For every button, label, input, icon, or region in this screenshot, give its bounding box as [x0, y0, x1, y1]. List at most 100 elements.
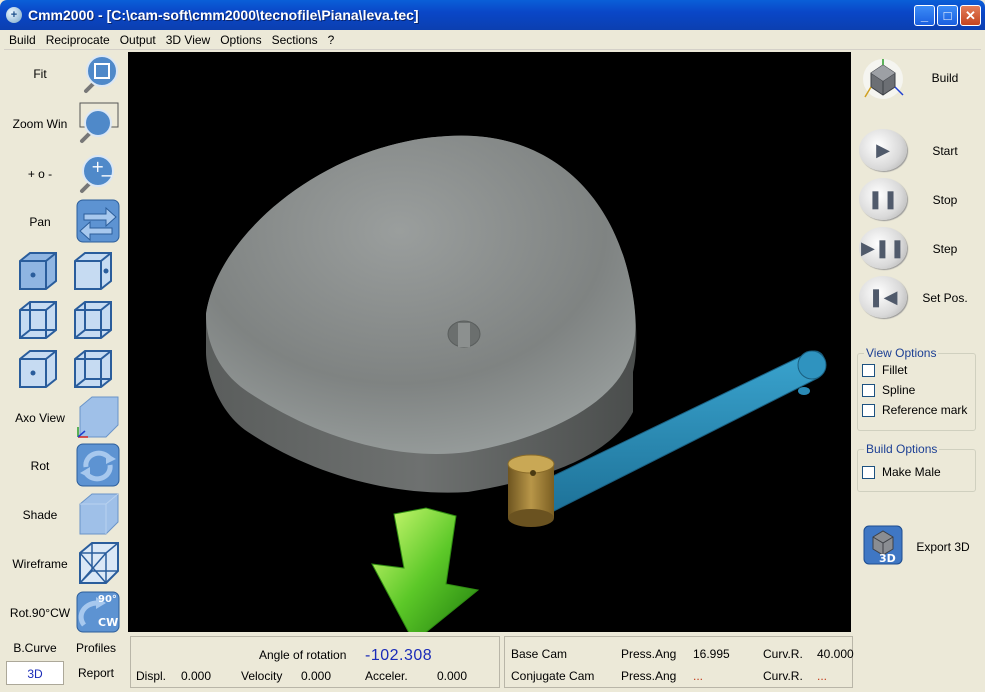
minimize-button[interactable]: _	[914, 5, 935, 26]
build-options-group: Build Options Make Male	[857, 442, 976, 492]
angle-label: Angle of rotation	[259, 648, 347, 662]
acceler-label: Acceler.	[365, 669, 408, 683]
angle-value: -102.308	[365, 647, 433, 664]
set-pos-label: Set Pos.	[922, 291, 968, 305]
rot-90-cw-label: Rot.90°CW	[9, 606, 71, 620]
motion-status-panel: Angle of rotation -102.308 Displ. 0.000 …	[130, 636, 500, 688]
reference-mark-label: Reference mark	[882, 403, 968, 417]
pause-icon: ❚❚	[859, 178, 907, 220]
window-title: Cmm2000 - [C:\cam-soft\cmm2000\tecnofile…	[28, 7, 419, 23]
curv-r-value: 40.000	[817, 647, 854, 661]
export-3d-icon: 3D	[863, 525, 903, 565]
view-options-group: View Options Fillet Spline Reference mar…	[857, 346, 976, 431]
rot-label: Rot	[30, 459, 50, 473]
displ-label: Displ.	[136, 669, 167, 683]
zoom-win-label: Zoom Win	[12, 117, 68, 131]
stop-button[interactable]: ❚❚	[859, 178, 907, 220]
axo-view-label: Axo View	[15, 411, 65, 425]
close-button[interactable]: ✕	[960, 5, 981, 26]
menu-options[interactable]: Options	[215, 33, 266, 47]
press-ang-label: Press.Ang	[621, 647, 677, 661]
tab-3d[interactable]: 3D	[6, 661, 64, 685]
bcurve-tab[interactable]: B.Curve	[4, 641, 66, 655]
view-right-cube-icon[interactable]	[71, 298, 115, 342]
pan-arrows-icon[interactable]	[76, 199, 120, 243]
cam-scene	[206, 135, 827, 632]
shade-label: Shade	[22, 508, 58, 522]
press-ang-value-2: ...	[693, 669, 704, 683]
menu-output[interactable]: Output	[115, 33, 161, 47]
rotate-cw-badge: CW	[98, 616, 118, 629]
rotate-icon[interactable]	[76, 443, 120, 487]
shade-cube-icon[interactable]	[76, 492, 120, 536]
spline-checkbox[interactable]: Spline	[858, 380, 975, 400]
menu-reciprocate[interactable]: Reciprocate	[41, 33, 115, 47]
down-arrow	[371, 507, 480, 632]
export-3d-button[interactable]: 3D	[863, 525, 903, 565]
title-bar: + Cmm2000 - [C:\cam-soft\cmm2000\tecnofi…	[0, 0, 985, 30]
displ-value: 0.000	[181, 669, 212, 683]
start-button[interactable]: ▶	[859, 129, 907, 171]
right-toolbar: Build ▶ Start ❚❚ Stop ▶❚❚ Step ❚◀ Set Po…	[855, 51, 981, 689]
menu-3d-view[interactable]: 3D View	[161, 33, 215, 47]
rotate-90-badge: 90°	[98, 594, 117, 605]
view-top-cube-icon[interactable]	[16, 249, 60, 293]
rotate-90-cw-icon[interactable]: 90° CW	[76, 589, 120, 633]
build-label: Build	[931, 71, 959, 85]
step-button[interactable]: ▶❚❚	[859, 227, 907, 269]
fit-label: Fit	[33, 67, 47, 81]
make-male-label: Make Male	[882, 465, 941, 479]
zoom-in-out-label: + o -	[27, 167, 53, 181]
view-left-cube-icon[interactable]	[16, 298, 60, 342]
press-ang-label-2: Press.Ang	[621, 669, 677, 683]
build-options-title: Build Options	[866, 442, 938, 456]
export-3d-label: Export 3D	[916, 540, 970, 554]
conjugate-cam-label: Conjugate Cam	[511, 669, 595, 683]
app-icon[interactable]: +	[6, 7, 22, 23]
stop-label: Stop	[932, 193, 958, 207]
velocity-value: 0.000	[301, 669, 332, 683]
build-button[interactable]	[859, 55, 907, 103]
left-toolbar: Fit Zoom Win + o - + − Pan Axo View Rot …	[4, 51, 126, 689]
make-male-checkbox[interactable]: Make Male	[858, 462, 975, 482]
wireframe-label: Wireframe	[12, 557, 68, 571]
3d-viewport[interactable]	[128, 52, 851, 632]
acceler-value: 0.000	[437, 669, 468, 683]
zoom-in-out-icon[interactable]: + −	[76, 151, 120, 195]
view-bottom-cube-icon[interactable]	[71, 347, 115, 391]
base-cam-label: Base Cam	[511, 647, 568, 661]
pan-label: Pan	[29, 215, 51, 229]
cam-status-panel: Base Cam Press.Ang 16.995 Curv.R. 40.000…	[504, 636, 854, 688]
fillet-label: Fillet	[882, 363, 908, 377]
view-options-title: View Options	[866, 346, 937, 360]
curv-r-label-2: Curv.R.	[763, 669, 803, 683]
menu-bar: Build Reciprocate Output 3D View Options…	[4, 30, 981, 50]
curv-r-label: Curv.R.	[763, 647, 803, 661]
menu-help[interactable]: ?	[323, 33, 340, 47]
view-front-cube-icon[interactable]	[71, 249, 115, 293]
svg-text:−: −	[100, 166, 113, 185]
skip-back-icon: ❚◀	[859, 276, 907, 318]
maximize-button[interactable]: □	[937, 5, 958, 26]
zoom-fit-icon[interactable]	[76, 53, 120, 97]
menu-sections[interactable]: Sections	[267, 33, 323, 47]
view-back-cube-icon[interactable]	[16, 347, 60, 391]
curv-r-value-2: ...	[817, 669, 828, 683]
set-pos-button[interactable]: ❚◀	[859, 276, 907, 318]
velocity-label: Velocity	[241, 669, 283, 683]
spline-label: Spline	[882, 383, 916, 397]
build-cube-icon	[863, 59, 904, 99]
axo-view-cube-icon[interactable]	[76, 395, 120, 439]
menu-build[interactable]: Build	[4, 33, 41, 47]
wireframe-cube-icon[interactable]	[76, 541, 120, 585]
fillet-checkbox[interactable]: Fillet	[858, 360, 975, 380]
play-icon: ▶	[859, 129, 907, 171]
reference-mark-checkbox[interactable]: Reference mark	[858, 400, 975, 420]
press-ang-value: 16.995	[693, 647, 730, 661]
export-3d-badge: 3D	[879, 552, 896, 565]
start-label: Start	[932, 144, 958, 158]
report-tab[interactable]: Report	[66, 666, 126, 680]
zoom-window-icon[interactable]	[76, 101, 120, 145]
profiles-tab[interactable]: Profiles	[66, 641, 126, 655]
step-label: Step	[932, 242, 958, 256]
